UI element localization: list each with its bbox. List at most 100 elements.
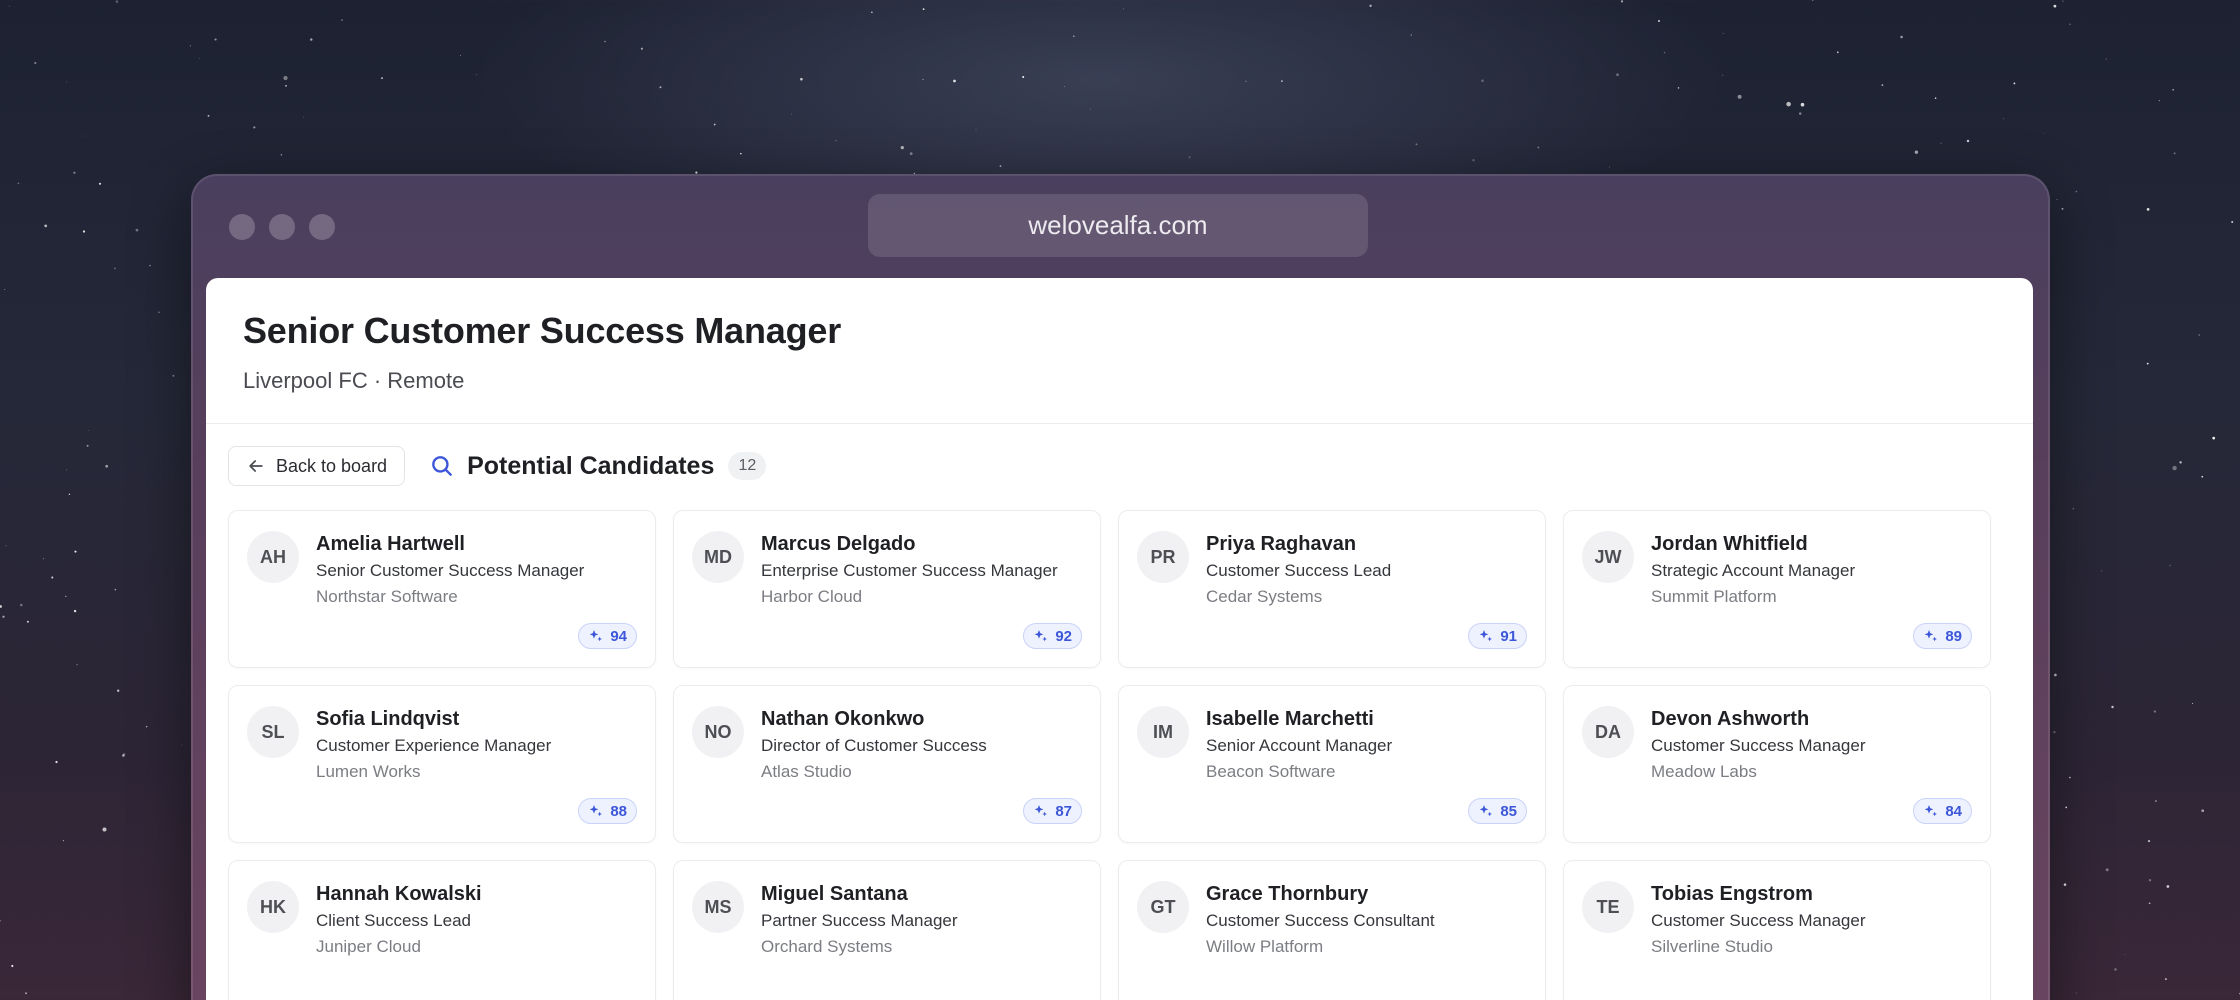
candidate-role: Customer Success Consultant	[1206, 911, 1435, 930]
candidate-role: Strategic Account Manager	[1651, 561, 1856, 580]
star-dot	[1934, 97, 1937, 99]
star-dot	[303, 116, 304, 118]
candidate-name: Miguel Santana	[761, 883, 908, 905]
star-dot	[189, 45, 191, 47]
star-dot	[2043, 133, 2045, 135]
sparkle-icon	[1479, 630, 1493, 642]
star-dot	[2146, 208, 2150, 211]
minimize-window-dot[interactable]	[269, 214, 295, 240]
maximize-window-dot[interactable]	[309, 214, 335, 240]
candidate-card[interactable]: DA Devon Ashworth Customer Success Manag…	[1563, 685, 1991, 843]
star-dot	[2164, 978, 2167, 981]
star-dot	[1245, 80, 1247, 83]
star-dot	[1481, 79, 1484, 83]
candidate-card[interactable]: SL Sofia Lindqvist Customer Experience M…	[228, 685, 656, 843]
star-dot	[2148, 902, 2151, 905]
star-dot	[2061, 207, 2064, 210]
star-dot	[2179, 461, 2182, 464]
star-dot	[65, 595, 67, 597]
star-dot	[1415, 143, 1418, 146]
candidate-card[interactable]: NO Nathan Okonkwo Director of Customer S…	[673, 685, 1101, 843]
star-dot	[2169, 564, 2171, 566]
star-dot	[1940, 142, 1942, 144]
star-dot	[17, 182, 20, 185]
star-dot	[283, 75, 288, 81]
star-dot	[1881, 84, 1884, 87]
candidate-info: Hannah Kowalski Client Success Lead Juni…	[316, 881, 643, 959]
star-dot	[2153, 710, 2157, 713]
star-dot	[2053, 730, 2056, 734]
star-dot	[791, 113, 793, 115]
star-dot	[11, 964, 14, 968]
candidate-card[interactable]: MD Marcus Delgado Enterprise Customer Su…	[673, 510, 1101, 668]
match-score-value: 85	[1500, 802, 1517, 820]
candidate-role: Partner Success Manager	[761, 911, 958, 930]
star-dot	[1537, 146, 1540, 149]
job-meta: Liverpool FC · Remote	[243, 368, 465, 393]
star-dot	[42, 558, 45, 560]
close-window-dot[interactable]	[229, 214, 255, 240]
address-bar[interactable]: welovealfa.com	[868, 194, 1368, 257]
star-dot	[835, 140, 837, 142]
candidate-name: Hannah Kowalski	[316, 883, 482, 905]
candidate-info: Jordan Whitfield Strategic Account Manag…	[1651, 531, 1978, 609]
star-dot	[2154, 800, 2157, 802]
candidate-name: Priya Raghavan	[1206, 533, 1357, 555]
star-dot	[1721, 74, 1724, 76]
avatar: MD	[692, 531, 744, 583]
avatar: GT	[1137, 881, 1189, 933]
candidate-info: Sofia Lindqvist Customer Experience Mana…	[316, 706, 643, 784]
candidate-company: Harbor Cloud	[761, 587, 863, 606]
star-dot	[953, 79, 956, 83]
star-dot	[310, 38, 313, 41]
star-dot	[5, 545, 7, 547]
star-dot	[66, 81, 67, 83]
job-header: Senior Customer Success Manager Liverpoo…	[206, 278, 2033, 424]
sparkle-icon	[589, 805, 603, 817]
back-to-board-button[interactable]: Back to board	[228, 446, 406, 486]
star-dot	[1798, 112, 1802, 115]
back-button-label: Back to board	[276, 455, 388, 476]
candidate-card[interactable]: PR Priya Raghavan Customer Success Lead …	[1118, 510, 1546, 668]
match-score-badge: 94	[578, 623, 637, 649]
avatar: DA	[1582, 706, 1634, 758]
candidate-count-badge: 12	[728, 452, 767, 480]
star-dot	[181, 744, 182, 746]
candidate-card[interactable]: IM Isabelle Marchetti Senior Account Man…	[1118, 685, 1546, 843]
candidate-role: Enterprise Customer Success Manager	[761, 561, 1058, 580]
star-dot	[2147, 840, 2151, 843]
star-dot	[44, 224, 48, 228]
star-dot	[2062, 0, 2064, 3]
candidate-role: Senior Account Manager	[1206, 736, 1393, 755]
star-dot	[51, 576, 54, 579]
job-title: Senior Customer Success Manager	[243, 310, 842, 351]
candidate-company: Northstar Software	[316, 587, 458, 606]
candidate-card[interactable]: GT Grace Thornbury Customer Success Cons…	[1118, 860, 1546, 1000]
star-dot	[1281, 80, 1283, 82]
star-dot	[1677, 87, 1680, 89]
window-controls	[229, 214, 335, 240]
candidate-card[interactable]: AH Amelia Hartwell Senior Customer Succe…	[228, 510, 656, 668]
star-dot	[2231, 221, 2234, 223]
star-dot	[713, 123, 716, 126]
candidate-card[interactable]: JW Jordan Whitfield Strategic Account Ma…	[1563, 510, 1991, 668]
arrow-left-icon	[249, 460, 263, 472]
candidate-card[interactable]: HK Hannah Kowalski Client Success Lead J…	[228, 860, 656, 1000]
match-score-badge: 84	[1913, 798, 1972, 824]
candidate-info: Marcus Delgado Enterprise Customer Succe…	[761, 531, 1088, 609]
candidate-card[interactable]: TE Tobias Engstrom Customer Success Mana…	[1563, 860, 1991, 1000]
star-dot	[1410, 34, 1412, 36]
star-dot	[2114, 968, 2117, 971]
star-dot	[2158, 99, 2161, 102]
section-title: Potential Candidates	[467, 451, 715, 480]
star-dot	[640, 47, 643, 50]
avatar: TE	[1582, 881, 1634, 933]
star-dot	[2002, 118, 2004, 119]
star-dot	[975, 129, 977, 131]
candidate-card[interactable]: MS Miguel Santana Partner Success Manage…	[673, 860, 1101, 1000]
star-dot	[280, 153, 283, 156]
star-dot	[740, 152, 742, 155]
star-dot	[2146, 362, 2149, 365]
star-dot	[1914, 150, 1919, 154]
star-dot	[922, 78, 924, 81]
